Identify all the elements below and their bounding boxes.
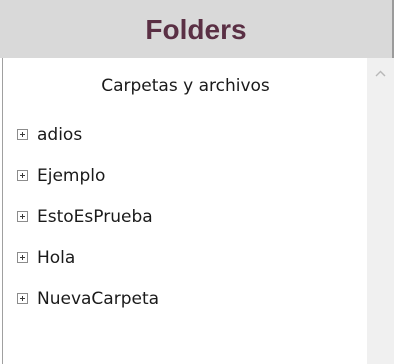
tree-node-nuevacarpeta[interactable]: NuevaCarpeta (17, 278, 159, 319)
tree-node-label[interactable]: Ejemplo (37, 166, 105, 186)
plus-expander-icon[interactable] (17, 211, 28, 222)
plus-expander-icon[interactable] (17, 252, 28, 263)
tree-node-label[interactable]: Hola (37, 248, 75, 268)
panel-header: Folders (0, 0, 394, 58)
tree-node-adios[interactable]: adios (17, 114, 159, 155)
tree-node-label[interactable]: NuevaCarpeta (37, 289, 159, 309)
tree-node-hola[interactable]: Hola (17, 237, 159, 278)
plus-expander-icon[interactable] (17, 129, 28, 140)
tree-list: adios Ejemplo EstoEsPrueba Hola NuevaCar… (17, 114, 159, 319)
tree-node-label[interactable]: adios (37, 125, 82, 145)
folders-window: Folders Carpetas y archivos adios Ejempl… (0, 0, 396, 364)
vertical-scrollbar[interactable] (367, 58, 394, 364)
tree-node-ejemplo[interactable]: Ejemplo (17, 155, 159, 196)
plus-expander-icon[interactable] (17, 170, 28, 181)
folder-tree: Carpetas y archivos adios Ejemplo EstoEs… (2, 58, 367, 364)
scroll-up-button[interactable] (367, 58, 394, 88)
tree-caption: Carpetas y archivos (101, 76, 270, 96)
tree-node-label[interactable]: EstoEsPrueba (37, 207, 153, 227)
plus-expander-icon[interactable] (17, 293, 28, 304)
panel-title: Folders (145, 14, 247, 45)
tree-node-estoesprueba[interactable]: EstoEsPrueba (17, 196, 159, 237)
chevron-up-icon (375, 70, 386, 76)
